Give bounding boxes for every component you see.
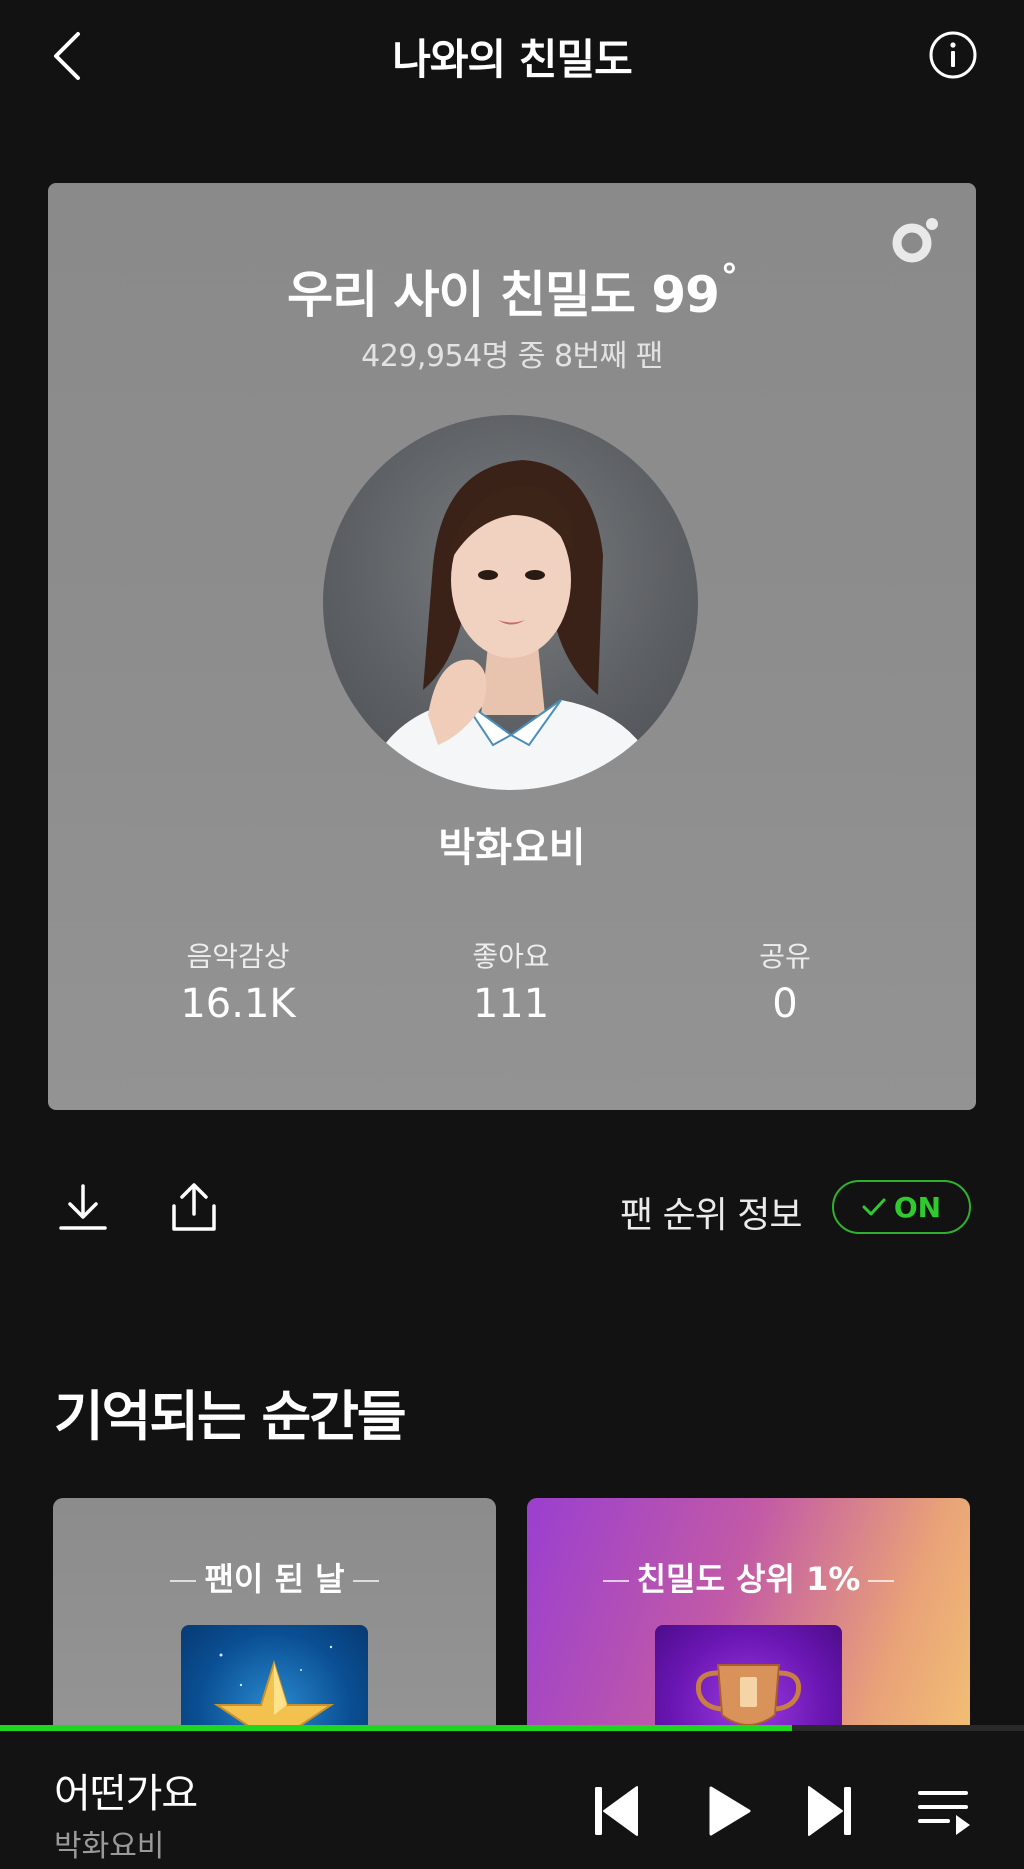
- fan-rank-toggle[interactable]: ON: [832, 1180, 971, 1234]
- stat-listening: 음악감상 16.1K: [118, 935, 358, 1027]
- fan-rank-info-label: 팬 순위 정보: [620, 1195, 802, 1236]
- memory-badge: [655, 1625, 842, 1728]
- memory-card-fan-day[interactable]: 팬이 된 날: [53, 1498, 496, 1728]
- intimacy-card: 우리 사이 친밀도 99° 429,954명 중 8번째 팬 박화요비 음악감상: [48, 183, 976, 1110]
- previous-track-button[interactable]: [586, 1781, 646, 1841]
- next-track-button[interactable]: [800, 1781, 860, 1841]
- checkmark-icon: [862, 1198, 886, 1216]
- playlist-button[interactable]: [914, 1781, 974, 1841]
- memories-section-title: 기억되는 순간들: [54, 1385, 407, 1448]
- memory-badge: [181, 1625, 368, 1728]
- trophy-icon: [695, 1664, 802, 1728]
- degree-symbol: °: [720, 257, 738, 298]
- stat-label: 공유: [759, 940, 811, 973]
- mini-player: 어떤가요 박화요비: [0, 1731, 1024, 1869]
- info-button[interactable]: [928, 30, 978, 80]
- share-button[interactable]: [166, 1180, 222, 1236]
- info-circle-icon: [929, 31, 977, 79]
- now-playing-title[interactable]: 어떤가요: [54, 1761, 198, 1819]
- intimacy-headline: 우리 사이 친밀도 99°: [287, 257, 738, 324]
- artist-avatar: [323, 415, 698, 790]
- play-button[interactable]: [699, 1781, 759, 1841]
- stat-value: 0: [772, 981, 798, 1027]
- toggle-label: ON: [893, 1190, 942, 1224]
- stat-label: 음악감상: [186, 940, 290, 973]
- fan-rank-subtitle: 429,954명 중 8번째 팬: [361, 339, 663, 374]
- skip-next-icon: [808, 1786, 851, 1836]
- stat-value: 16.1K: [180, 981, 296, 1027]
- memory-card-top-percent[interactable]: 친밀도 상위 1%: [527, 1498, 970, 1728]
- top-bar: 나와의 친밀도: [0, 0, 1024, 110]
- download-icon: [59, 1184, 107, 1230]
- memory-card-title: 팬이 된 날: [53, 1554, 496, 1600]
- play-icon: [709, 1786, 751, 1836]
- artist-name: 박화요비: [438, 825, 586, 871]
- now-playing-artist[interactable]: 박화요비: [54, 1821, 164, 1865]
- share-icon: [172, 1183, 216, 1231]
- card-actions-row: 팬 순위 정보 ON: [0, 1160, 1024, 1250]
- skip-previous-icon: [595, 1786, 638, 1836]
- stat-label: 좋아요: [472, 940, 550, 973]
- memory-card-title: 친밀도 상위 1%: [527, 1554, 970, 1600]
- download-button[interactable]: [55, 1180, 111, 1236]
- stat-likes: 좋아요 111: [391, 935, 631, 1027]
- star-icon: [213, 1645, 335, 1728]
- stat-value: 111: [472, 981, 550, 1027]
- page-title: 나와의 친밀도: [392, 35, 632, 84]
- playlist-icon: [918, 1791, 970, 1835]
- stat-shares: 공유 0: [665, 935, 905, 1027]
